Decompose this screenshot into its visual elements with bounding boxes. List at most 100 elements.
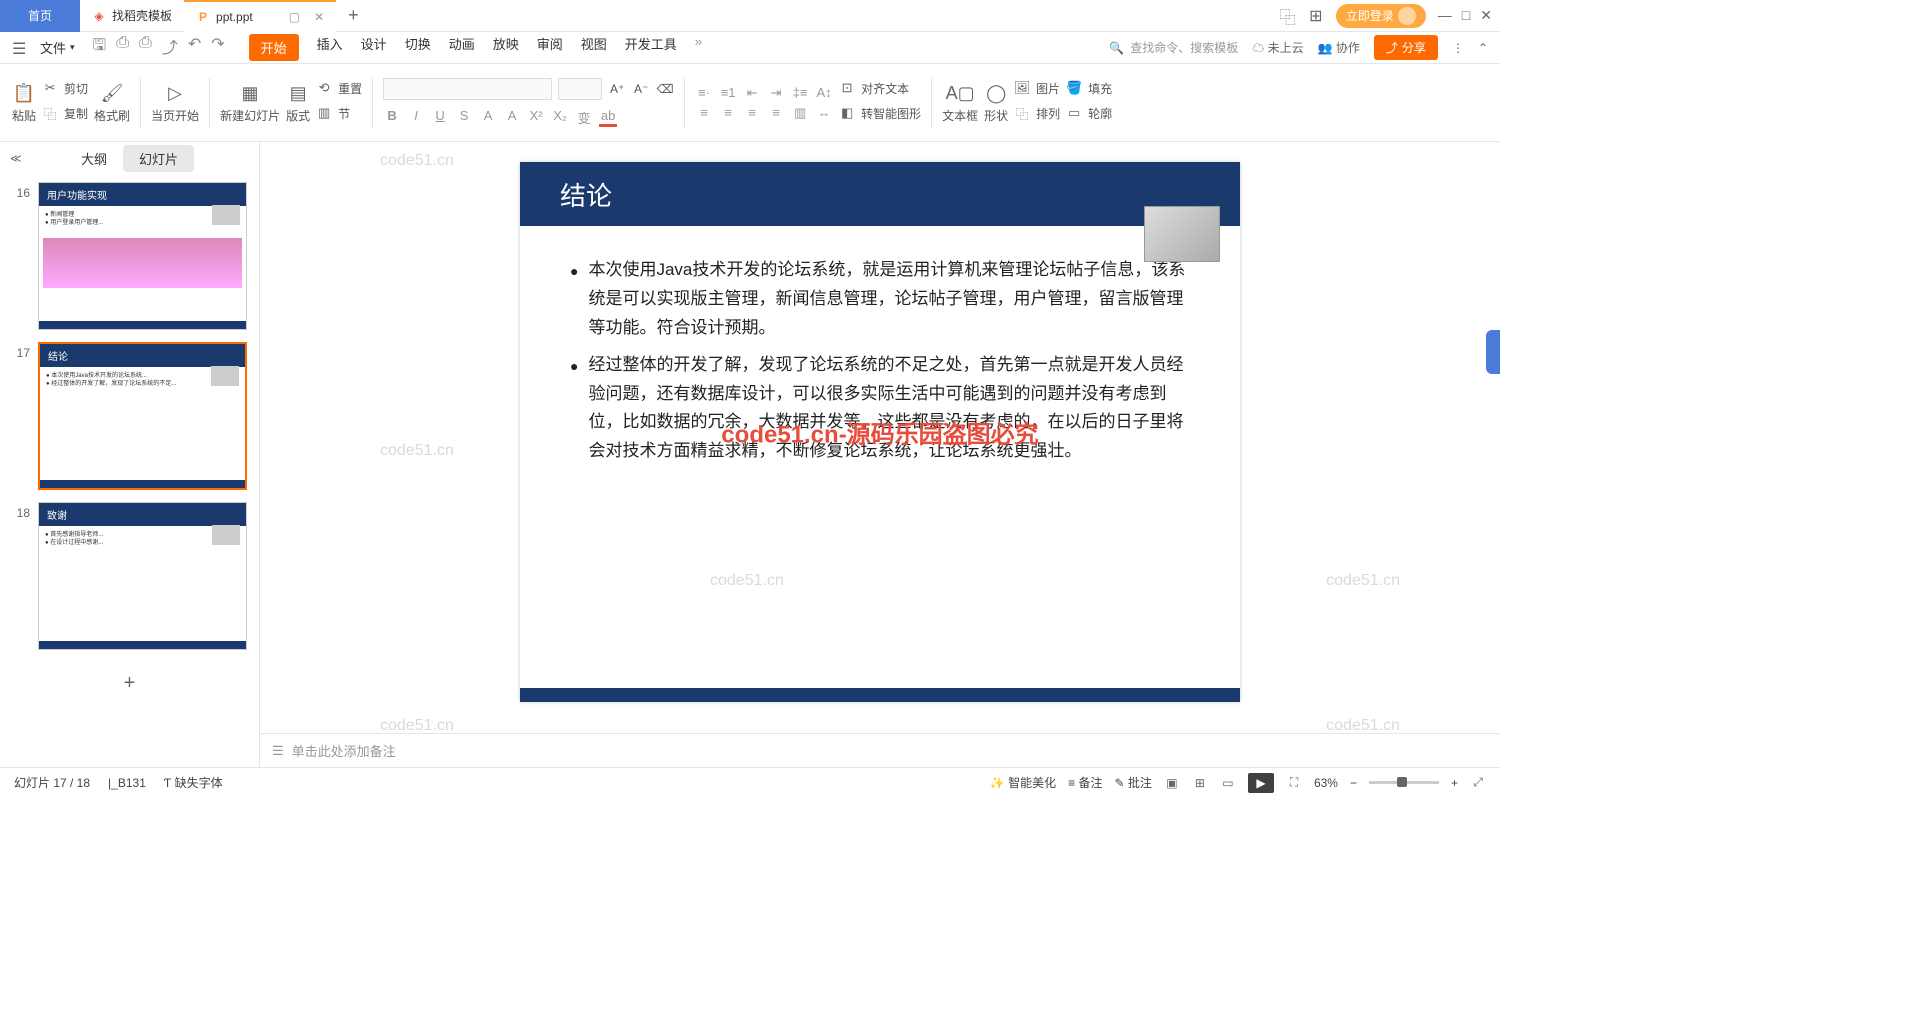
fill-button[interactable]: 🪣填充 bbox=[1066, 80, 1112, 97]
copy-button[interactable]: ⿻复制 bbox=[42, 105, 88, 122]
fit-icon[interactable]: ⛶ bbox=[1286, 775, 1302, 791]
notes-toggle[interactable]: ≡ 备注 bbox=[1068, 774, 1102, 791]
paste-button[interactable]: 📋 粘贴 bbox=[12, 81, 36, 124]
login-button[interactable]: 立即登录 bbox=[1336, 4, 1426, 28]
sorter-view-icon[interactable]: ⊞ bbox=[1192, 775, 1208, 791]
section-button[interactable]: ▥节 bbox=[316, 105, 362, 122]
menu-start[interactable]: 开始 bbox=[249, 34, 299, 61]
slideshow-button[interactable]: ▶ bbox=[1248, 773, 1274, 793]
menu-devtools[interactable]: 开发工具 bbox=[625, 34, 677, 61]
thumbnail-18[interactable]: 18 致谢 ● 首先感谢指导老师...● 在设计过程中感谢... bbox=[12, 502, 247, 650]
textbox-button[interactable]: A▢ 文本框 bbox=[942, 81, 978, 124]
menu-view[interactable]: 视图 bbox=[581, 34, 607, 61]
menu-animation[interactable]: 动画 bbox=[449, 34, 475, 61]
slides-tab[interactable]: 幻灯片 bbox=[123, 145, 194, 172]
align-text-button[interactable]: ⊡对齐文本 bbox=[839, 80, 921, 97]
home-tab[interactable]: 首页 bbox=[0, 0, 80, 32]
subscript-button[interactable]: X₂ bbox=[551, 108, 569, 127]
clear-format-icon[interactable]: ⌫ bbox=[656, 82, 674, 96]
bullet-list-icon[interactable]: ≡· bbox=[695, 85, 713, 101]
cloud-status[interactable]: ☁ 未上云 bbox=[1252, 39, 1303, 56]
from-current-button[interactable]: ▷ 当页开始 bbox=[151, 81, 199, 124]
format-painter-button[interactable]: 🖌 格式刷 bbox=[94, 81, 130, 124]
collapse-panel-icon[interactable]: ≪ bbox=[10, 152, 22, 165]
zoom-label[interactable]: 63% bbox=[1314, 776, 1338, 790]
menu-insert[interactable]: 插入 bbox=[317, 34, 343, 61]
file-menu[interactable]: 文件 ▾ bbox=[34, 38, 81, 57]
font-size-select[interactable] bbox=[558, 78, 602, 100]
smart-beautify-button[interactable]: ✨ 智能美化 bbox=[990, 774, 1056, 791]
window-layout-icon[interactable]: ⿻ bbox=[1280, 8, 1296, 24]
notes-bar[interactable]: ☰ 单击此处添加备注 bbox=[260, 733, 1500, 767]
number-list-icon[interactable]: ≡1 bbox=[719, 85, 737, 101]
align-center-icon[interactable]: ≡ bbox=[719, 105, 737, 121]
undo-icon[interactable]: ↶ bbox=[188, 34, 201, 61]
text-effect-button[interactable]: 变 bbox=[575, 108, 593, 127]
menu-transition[interactable]: 切换 bbox=[405, 34, 431, 61]
highlight-button[interactable]: ab bbox=[599, 108, 617, 127]
increase-indent-icon[interactable]: ⇥ bbox=[767, 85, 785, 101]
zoom-slider[interactable] bbox=[1369, 781, 1439, 784]
align-justify-icon[interactable]: ≡ bbox=[767, 105, 785, 121]
fullscreen-icon[interactable]: ⤢ bbox=[1470, 775, 1486, 791]
strike-button[interactable]: S bbox=[455, 108, 473, 127]
superscript-button[interactable]: X² bbox=[527, 108, 545, 127]
new-slide-button[interactable]: ▦ 新建幻灯片 bbox=[220, 81, 280, 124]
current-slide[interactable]: 结论 ●本次使用Java技术开发的论坛系统，就是运用计算机来管理论坛帖子信息，该… bbox=[520, 162, 1240, 702]
font-family-select[interactable] bbox=[383, 78, 552, 100]
print-icon[interactable]: ⎙ bbox=[139, 34, 152, 61]
save-icon[interactable]: 🖫 bbox=[93, 34, 107, 61]
increase-font-icon[interactable]: A⁺ bbox=[608, 82, 626, 96]
menu-review[interactable]: 审阅 bbox=[537, 34, 563, 61]
apps-icon[interactable]: ⊞ bbox=[1308, 8, 1324, 24]
share-button[interactable]: ⤴ 分享 bbox=[1374, 35, 1438, 60]
outline-tab[interactable]: 大纲 bbox=[65, 145, 123, 172]
thumbnail-17[interactable]: 17 结论 ● 本次使用Java技术开发的论坛系统...● 经过整体的开发了解，… bbox=[12, 342, 247, 490]
text-direction-icon[interactable]: A↕ bbox=[815, 85, 833, 101]
print-preview-icon[interactable]: ⎙ bbox=[116, 34, 129, 61]
align-left-icon[interactable]: ≡ bbox=[695, 105, 713, 121]
cut-button[interactable]: ✂剪切 bbox=[42, 80, 88, 97]
new-tab-button[interactable]: + bbox=[336, 5, 371, 26]
add-slide-button[interactable]: + bbox=[12, 662, 247, 705]
image-button[interactable]: 🖼图片 bbox=[1014, 80, 1060, 97]
reading-view-icon[interactable]: ▭ bbox=[1220, 775, 1236, 791]
missing-font-warning[interactable]: Ƭ 缺失字体 bbox=[164, 774, 223, 791]
kebab-menu-icon[interactable]: ⋮ bbox=[1452, 41, 1464, 55]
shape-button[interactable]: ◯ 形状 bbox=[984, 81, 1008, 124]
arrange-button[interactable]: ⿻排列 bbox=[1014, 105, 1060, 122]
redo-icon[interactable]: ↷ bbox=[211, 34, 224, 61]
collapse-ribbon-icon[interactable]: ⌃ bbox=[1478, 41, 1488, 55]
export-icon[interactable]: ⤴ bbox=[162, 34, 178, 61]
columns-icon[interactable]: ▥ bbox=[791, 105, 809, 121]
italic-button[interactable]: I bbox=[407, 108, 425, 127]
template-tab[interactable]: ◈ 找稻壳模板 bbox=[80, 0, 184, 32]
zoom-out-icon[interactable]: − bbox=[1350, 776, 1357, 790]
comments-toggle[interactable]: ✎ 批注 bbox=[1115, 774, 1152, 791]
decrease-font-icon[interactable]: A⁻ bbox=[632, 82, 650, 96]
font-style-button[interactable]: A bbox=[479, 108, 497, 127]
zoom-in-icon[interactable]: + bbox=[1451, 776, 1458, 790]
underline-button[interactable]: U bbox=[431, 108, 449, 127]
thumbnail-list[interactable]: 16 用户功能实现 ● 新闻管理● 用户登录用户管理... 17 结论 ● 本次… bbox=[0, 174, 259, 767]
close-button[interactable]: ✕ bbox=[1480, 7, 1492, 24]
align-right-icon[interactable]: ≡ bbox=[743, 105, 761, 121]
reset-button[interactable]: ⟲重置 bbox=[316, 80, 362, 97]
collab-button[interactable]: 👥 协作 bbox=[1318, 39, 1360, 56]
menu-slideshow[interactable]: 放映 bbox=[493, 34, 519, 61]
file-tab[interactable]: P ppt.ppt ▢ ✕ bbox=[184, 0, 336, 32]
menu-design[interactable]: 设计 bbox=[361, 34, 387, 61]
outline-button[interactable]: ▭轮廓 bbox=[1066, 105, 1112, 122]
thumbnail-16[interactable]: 16 用户功能实现 ● 新闻管理● 用户登录用户管理... bbox=[12, 182, 247, 330]
maximize-button[interactable]: □ bbox=[1462, 7, 1470, 24]
smart-graphic-button[interactable]: ◧转智能图形 bbox=[839, 105, 921, 122]
normal-view-icon[interactable]: ▣ bbox=[1164, 775, 1180, 791]
font-color-button[interactable]: A bbox=[503, 108, 521, 127]
menu-hamburger-icon[interactable]: ☰ bbox=[12, 39, 30, 57]
present-icon[interactable]: ▢ bbox=[289, 10, 300, 24]
spacing-icon[interactable]: ↔ bbox=[815, 105, 833, 121]
bold-button[interactable]: B bbox=[383, 108, 401, 127]
minimize-button[interactable]: — bbox=[1438, 7, 1452, 24]
slide-canvas[interactable]: 结论 ●本次使用Java技术开发的论坛系统，就是运用计算机来管理论坛帖子信息，该… bbox=[260, 142, 1500, 733]
layout-button[interactable]: ▤ 版式 bbox=[286, 81, 310, 124]
